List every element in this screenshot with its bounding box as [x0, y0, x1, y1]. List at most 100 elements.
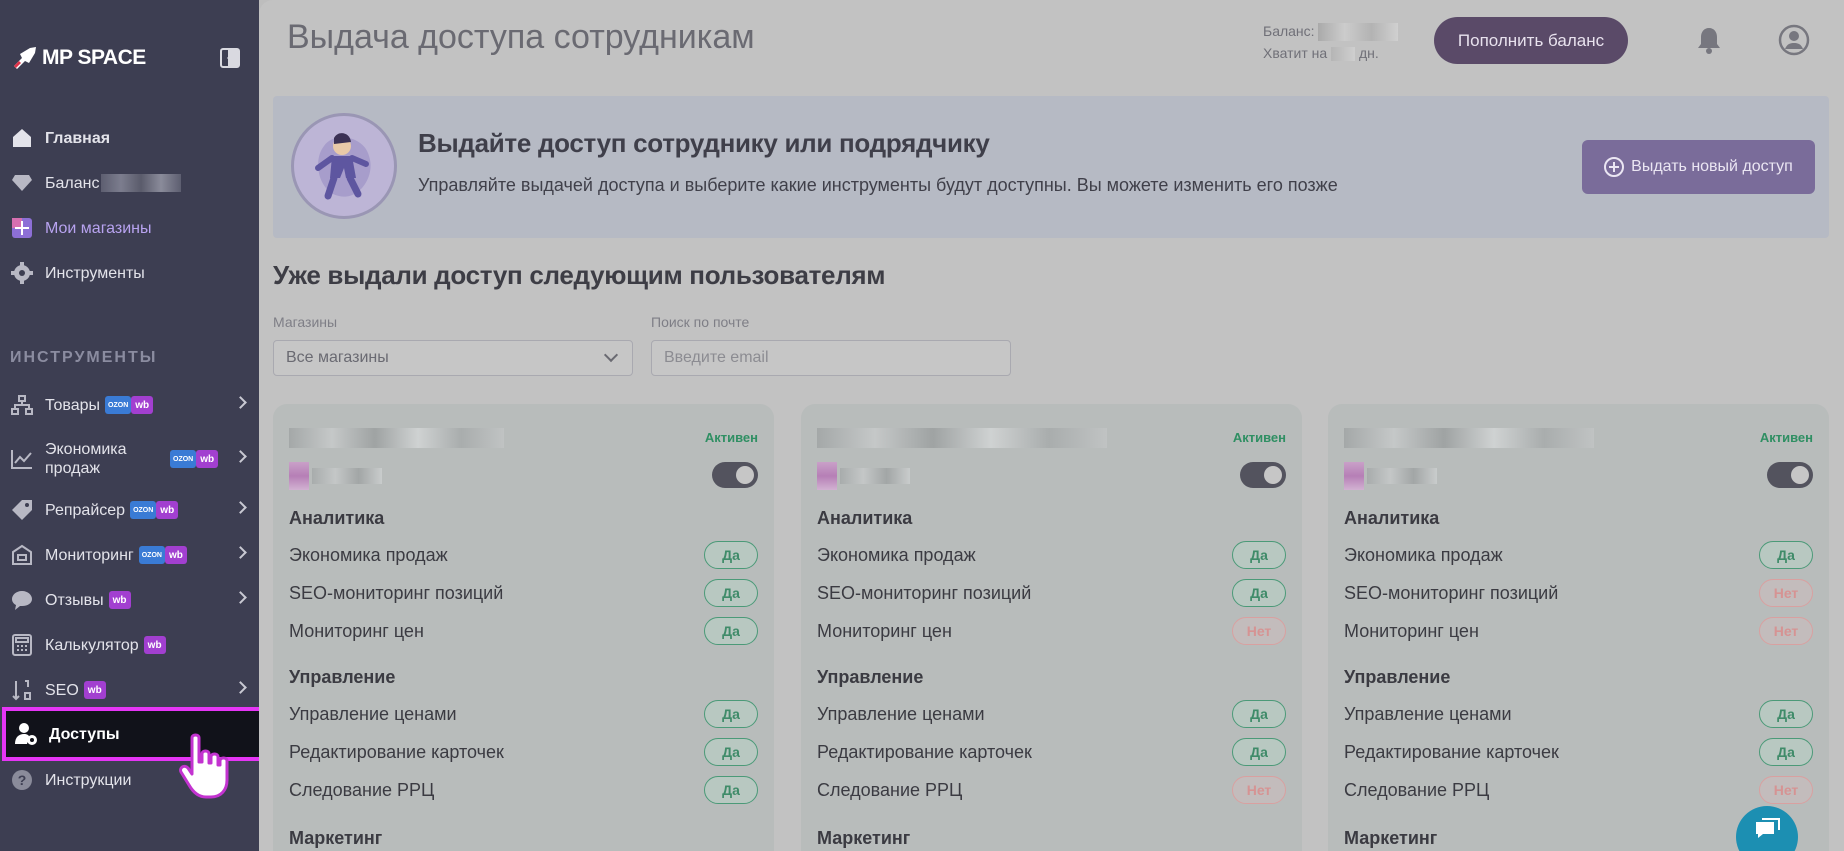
sidebar-item-products[interactable]: Товары OZON wb [0, 385, 259, 425]
store-name-redacted [840, 468, 910, 484]
granted-users-title: Уже выдали доступ следующим пользователя… [273, 260, 886, 290]
wb-badge: wb [156, 501, 179, 519]
permission-label: Мониторинг цен [289, 620, 424, 641]
bell-icon[interactable] [1696, 26, 1722, 54]
sidebar: MP SPACE Главная Баланс Мои магазины Инс… [0, 0, 265, 851]
topup-balance-button[interactable]: Пополнить баланс [1434, 17, 1628, 64]
chevron-right-icon[interactable] [234, 591, 247, 604]
sidebar-item-label: Репрайсер [45, 501, 126, 519]
permission-row: SEO-мониторинг позиций Да [289, 578, 758, 608]
sidebar-item-home[interactable]: Главная [0, 118, 259, 158]
group-marketing: Маркетинг [289, 828, 383, 848]
page-title: Выдача доступа сотрудникам [287, 18, 755, 56]
balance-value-redacted [1318, 23, 1399, 42]
calculator-icon [10, 633, 34, 657]
permission-status: Да [1232, 738, 1286, 766]
sidebar-item-repricer[interactable]: Репрайсер OZON wb [0, 490, 259, 530]
sidebar-item-seo[interactable]: SEO wb [0, 670, 259, 710]
main-content: Выдача доступа сотрудникам Баланс: Хвати… [259, 0, 1844, 851]
store-info [289, 462, 382, 490]
group-management: Управление [289, 667, 396, 687]
permission-label: Редактирование карточек [817, 741, 1032, 762]
sidebar-item-sales-economics[interactable]: Экономика продаж OZON wb [0, 437, 259, 481]
permission-label: Следование РРЦ [1344, 779, 1490, 800]
chevron-right-icon[interactable] [234, 396, 247, 409]
permission-status: Да [704, 776, 758, 804]
permission-status: Да [704, 738, 758, 766]
store-monitor-icon [10, 543, 34, 567]
permission-row: Управление ценами Да [1344, 699, 1813, 729]
plus-circle-icon [1604, 157, 1625, 177]
hierarchy-icon [10, 393, 34, 417]
sidebar-item-calculator[interactable]: Калькулятор wb [0, 625, 259, 665]
store-name-redacted [312, 468, 382, 484]
chat-bubble-icon [10, 588, 34, 612]
sidebar-item-reviews[interactable]: Отзывы wb [0, 580, 259, 620]
chevron-right-icon[interactable] [234, 501, 247, 514]
permission-row: Мониторинг цен Да [289, 616, 758, 646]
svg-text:?: ? [18, 772, 27, 788]
sidebar-item-monitoring[interactable]: Мониторинг OZON wb [0, 535, 259, 575]
permission-row: Следование РРЦ Нет [1344, 775, 1813, 805]
sidebar-item-label: Доступы [49, 725, 120, 743]
permission-label: Управление ценами [817, 703, 985, 724]
ozon-badge: OZON [170, 450, 197, 468]
grant-new-access-button[interactable]: Выдать новый доступ [1582, 140, 1815, 194]
access-toggle[interactable] [712, 462, 758, 488]
store-info [1344, 462, 1437, 490]
stores-select[interactable]: Все магазины [273, 340, 633, 376]
permission-label: SEO-мониторинг позиций [1344, 582, 1559, 603]
permission-label: Экономика продаж [1344, 544, 1503, 565]
access-toggle[interactable] [1240, 462, 1286, 488]
access-banner: Выдайте доступ сотруднику или подрядчику… [273, 96, 1829, 238]
ozon-badge: OZON [105, 396, 132, 414]
permission-row: Мониторинг цен Нет [817, 616, 1286, 646]
permission-row: Мониторинг цен Нет [1344, 616, 1813, 646]
sidebar-item-label: Товары [45, 396, 101, 414]
permission-row: Следование РРЦ Нет [817, 775, 1286, 805]
permission-row: Управление ценами Да [289, 699, 758, 729]
support-chat-button[interactable] [1736, 806, 1798, 851]
permission-row: Следование РРЦ Да [289, 775, 758, 805]
group-analytics: Аналитика [289, 508, 385, 528]
banner-title: Выдайте доступ сотруднику или подрядчику [418, 128, 990, 158]
wb-badge: wb [83, 681, 106, 699]
sidebar-item-label: Инструкции [45, 771, 132, 789]
sidebar-item-stores[interactable]: Мои магазины [0, 208, 259, 248]
wb-badge: wb [164, 546, 187, 564]
store-icon [289, 462, 309, 490]
user-email-redacted [817, 428, 1107, 448]
permission-row: SEO-мониторинг позиций Нет [1344, 578, 1813, 608]
email-search-label: Поиск по почте [651, 314, 750, 330]
chevron-right-icon[interactable] [234, 681, 247, 694]
email-search-input[interactable]: Введите email [651, 340, 1011, 376]
sidebar-item-instruments[interactable]: Инструменты [0, 253, 259, 293]
collapse-sidebar-icon[interactable] [220, 48, 240, 68]
chevron-right-icon[interactable] [234, 546, 247, 559]
permission-label: Мониторинг цен [1344, 620, 1479, 641]
wb-badge: wb [143, 636, 166, 654]
permission-status: Да [1232, 700, 1286, 728]
sidebar-item-label: Баланс [45, 174, 100, 192]
sidebar-item-balance[interactable]: Баланс [0, 163, 259, 203]
permission-label: Следование РРЦ [289, 779, 435, 800]
sidebar-item-label: Главная [45, 129, 111, 147]
group-analytics: Аналитика [817, 508, 913, 528]
pointer-hand-icon [179, 733, 229, 799]
permission-label: Редактирование карточек [289, 741, 504, 762]
permission-label: Экономика продаж [817, 544, 976, 565]
chevron-right-icon[interactable] [234, 450, 247, 463]
sidebar-item-label: SEO [45, 681, 79, 699]
access-toggle[interactable] [1767, 462, 1813, 488]
store-icon [817, 462, 837, 490]
logo[interactable]: MP SPACE [12, 46, 146, 70]
sidebar-item-label: Мои магазины [45, 219, 152, 237]
group-management: Управление [817, 667, 924, 687]
days-value-redacted [1331, 47, 1356, 62]
sidebar-item-label: Мониторинг [45, 546, 134, 564]
user-profile-icon[interactable] [1778, 24, 1810, 56]
email-search-placeholder: Введите email [664, 349, 769, 366]
sidebar-item-label: Экономика продаж [45, 441, 127, 477]
permission-label: Редактирование карточек [1344, 741, 1559, 762]
group-analytics: Аналитика [1344, 508, 1440, 528]
